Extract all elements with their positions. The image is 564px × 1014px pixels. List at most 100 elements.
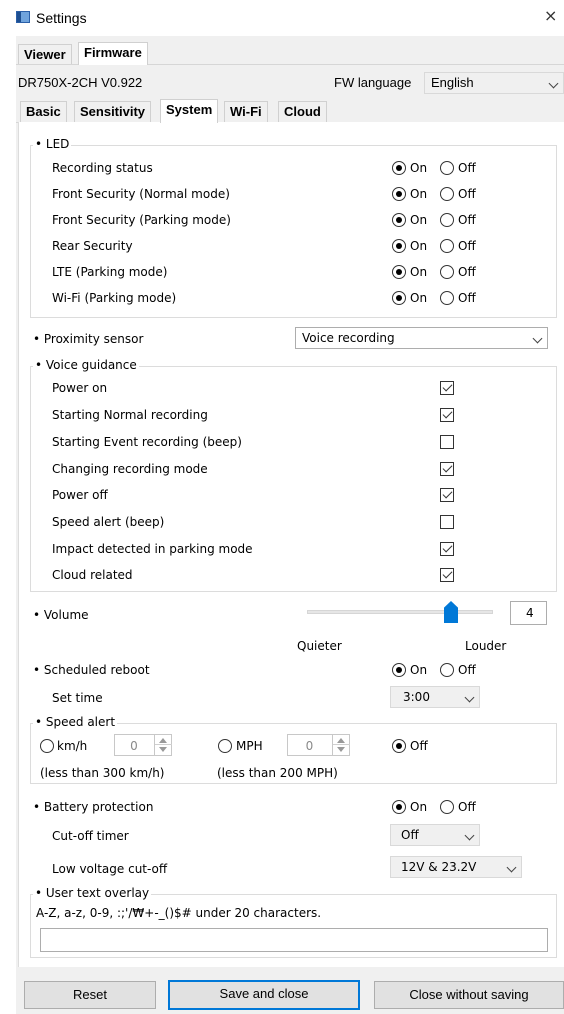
vg-power-off-label: Power off xyxy=(52,488,108,502)
cutoff-timer-value: Off xyxy=(401,828,419,842)
speed-kmh-value: 0 xyxy=(130,739,138,753)
led-rear-security-off-radio[interactable] xyxy=(440,239,454,253)
window-title: Settings xyxy=(36,10,87,26)
radio-off-label: Off xyxy=(458,291,476,305)
radio-off-label: Off xyxy=(458,800,476,814)
tab-firmware[interactable]: Firmware xyxy=(78,42,148,65)
close-without-saving-button[interactable]: Close without saving xyxy=(374,981,564,1009)
speed-mph-label: MPH xyxy=(236,739,263,753)
user-text-overlay-hint: A-Z, a-z, 0-9, :;'/₩+-_()$# under 20 cha… xyxy=(36,906,322,920)
speed-kmh-spin-buttons[interactable] xyxy=(154,735,172,755)
user-text-overlay-title: • User text overlay xyxy=(33,885,152,901)
led-front-normal-label: Front Security (Normal mode) xyxy=(52,187,230,201)
device-model: DR750X-2CH V0.922 xyxy=(18,75,143,90)
tab-viewer[interactable]: Viewer xyxy=(18,44,72,65)
radio-on-label: On xyxy=(410,239,428,253)
arrow-down-icon[interactable] xyxy=(159,747,167,752)
scheduled-reboot-label: • Scheduled reboot xyxy=(33,663,150,677)
radio-on-label: On xyxy=(410,213,428,227)
arrow-up-icon[interactable] xyxy=(159,738,167,743)
vg-changing-mode-checkbox[interactable] xyxy=(440,462,454,476)
led-front-parking-on-radio[interactable] xyxy=(392,213,406,227)
led-front-parking-off-radio[interactable] xyxy=(440,213,454,227)
speed-mph-spin-buttons[interactable] xyxy=(332,735,350,755)
tab-basic[interactable]: Basic xyxy=(20,101,67,122)
vg-normal-recording-checkbox[interactable] xyxy=(440,408,454,422)
vg-cloud-related-label: Cloud related xyxy=(52,568,133,582)
vg-speed-alert-checkbox[interactable] xyxy=(440,515,454,529)
speed-off-label: Off xyxy=(410,739,428,753)
led-lte-parking-on-radio[interactable] xyxy=(392,265,406,279)
led-title: • LED xyxy=(33,136,72,152)
led-rear-security-label: Rear Security xyxy=(52,239,133,253)
led-front-normal-on-radio[interactable] xyxy=(392,187,406,201)
speed-mph-note: (less than 200 MPH) xyxy=(217,766,338,780)
fw-language-value: English xyxy=(431,75,474,90)
vg-power-on-checkbox[interactable] xyxy=(440,381,454,395)
speed-mph-radio[interactable] xyxy=(218,739,232,753)
close-icon[interactable]: × xyxy=(544,7,557,25)
tab-wifi[interactable]: Wi-Fi xyxy=(224,101,268,122)
led-lte-parking-off-radio[interactable] xyxy=(440,265,454,279)
speed-kmh-note: (less than 300 km/h) xyxy=(40,766,165,780)
speed-off-radio[interactable] xyxy=(392,739,406,753)
voice-guidance-title: • Voice guidance xyxy=(33,357,139,373)
volume-louder-label: Louder xyxy=(465,639,507,653)
low-voltage-value: 12V & 23.2V xyxy=(401,860,477,874)
scheduled-reboot-on-radio[interactable] xyxy=(392,663,406,677)
led-front-normal-off-radio[interactable] xyxy=(440,187,454,201)
proximity-sensor-select[interactable]: Voice recording xyxy=(295,327,548,349)
speed-mph-stepper[interactable]: 0 xyxy=(287,734,350,756)
led-wifi-parking-on-radio[interactable] xyxy=(392,291,406,305)
fw-language-select[interactable]: English xyxy=(424,72,564,94)
volume-quieter-label: Quieter xyxy=(297,639,342,653)
cutoff-timer-label: Cut-off timer xyxy=(52,829,129,843)
tab-cloud[interactable]: Cloud xyxy=(278,101,327,122)
radio-off-label: Off xyxy=(458,663,476,677)
led-recording-status-label: Recording status xyxy=(52,161,153,175)
speed-kmh-radio[interactable] xyxy=(40,739,54,753)
radio-on-label: On xyxy=(410,663,428,677)
chevron-down-icon xyxy=(464,830,475,841)
speed-mph-value: 0 xyxy=(305,739,314,753)
volume-value-box: 4 xyxy=(510,601,547,625)
radio-off-label: Off xyxy=(458,265,476,279)
set-time-select[interactable]: 3:00 xyxy=(390,686,480,708)
low-voltage-select[interactable]: 12V & 23.2V xyxy=(390,856,522,878)
radio-on-label: On xyxy=(410,800,428,814)
vg-speed-alert-label: Speed alert (beep) xyxy=(52,515,165,529)
led-wifi-parking-label: Wi-Fi (Parking mode) xyxy=(52,291,177,305)
radio-off-label: Off xyxy=(458,187,476,201)
volume-value: 4 xyxy=(526,606,534,620)
led-rear-security-on-radio[interactable] xyxy=(392,239,406,253)
led-recording-status-on-radio[interactable] xyxy=(392,161,406,175)
chevron-down-icon xyxy=(464,692,475,703)
arrow-up-icon[interactable] xyxy=(337,738,345,743)
user-text-overlay-input[interactable] xyxy=(40,928,548,952)
vg-power-off-checkbox[interactable] xyxy=(440,488,454,502)
chevron-down-icon xyxy=(532,333,543,344)
vg-impact-parking-checkbox[interactable] xyxy=(440,542,454,556)
battery-protection-off-radio[interactable] xyxy=(440,800,454,814)
chevron-down-icon xyxy=(506,862,517,873)
reset-button[interactable]: Reset xyxy=(24,981,156,1009)
speed-kmh-stepper[interactable]: 0 xyxy=(114,734,172,756)
arrow-down-icon[interactable] xyxy=(337,747,345,752)
volume-slider-track[interactable] xyxy=(307,610,493,614)
title-bar: Settings × xyxy=(0,0,564,36)
battery-protection-on-radio[interactable] xyxy=(392,800,406,814)
vg-event-recording-label: Starting Event recording (beep) xyxy=(52,435,242,449)
cutoff-timer-select[interactable]: Off xyxy=(390,824,480,846)
fw-language-label: FW language xyxy=(334,75,412,90)
tab-sensitivity[interactable]: Sensitivity xyxy=(74,101,152,122)
volume-label: • Volume xyxy=(33,608,89,622)
vg-changing-mode-label: Changing recording mode xyxy=(52,462,208,476)
led-recording-status-off-radio[interactable] xyxy=(440,161,454,175)
scheduled-reboot-off-radio[interactable] xyxy=(440,663,454,677)
save-and-close-button[interactable]: Save and close xyxy=(168,980,360,1010)
vg-event-recording-checkbox[interactable] xyxy=(440,435,454,449)
vg-cloud-related-checkbox[interactable] xyxy=(440,568,454,582)
low-voltage-label: Low voltage cut-off xyxy=(52,862,168,876)
tab-system[interactable]: System xyxy=(160,99,219,123)
led-wifi-parking-off-radio[interactable] xyxy=(440,291,454,305)
